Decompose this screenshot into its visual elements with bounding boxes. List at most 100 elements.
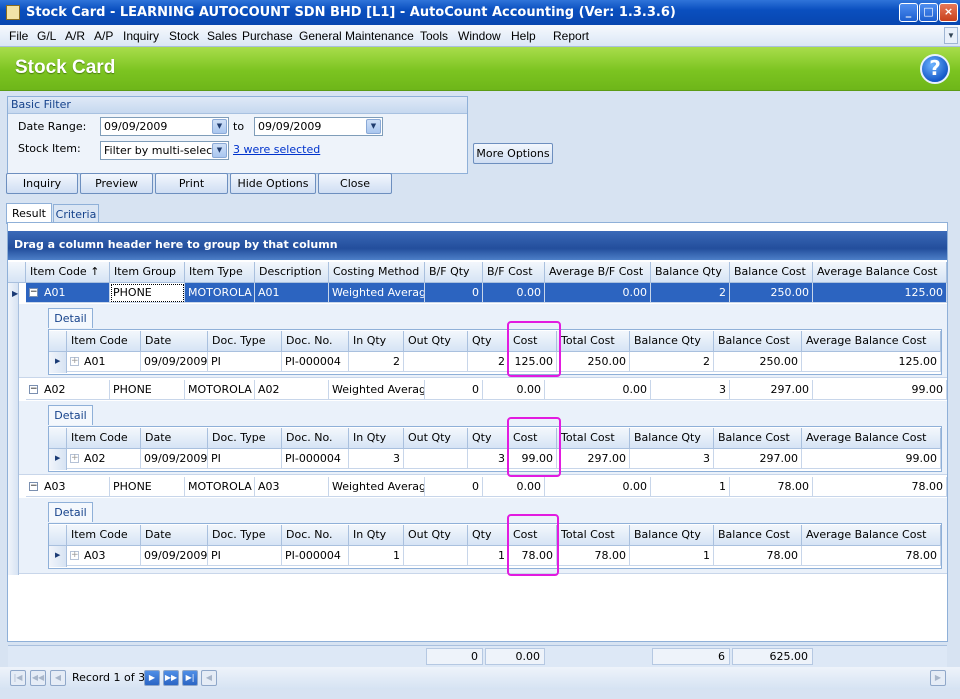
first-record-icon[interactable]: |◀: [10, 670, 26, 686]
table-row-item-code[interactable]: A01: [26, 283, 110, 303]
detail-cell-date[interactable]: 09/09/2009: [141, 352, 208, 372]
chevron-down-icon[interactable]: ▼: [366, 119, 381, 134]
detail-header-out-qty[interactable]: Out Qty: [404, 331, 468, 352]
collapse-icon[interactable]: −: [29, 288, 38, 297]
detail-cell-doc-no[interactable]: PI-000004: [282, 352, 349, 372]
detail-header-average-balance-cost[interactable]: Average Balance Cost: [802, 428, 941, 449]
detail-cell-qty[interactable]: 2: [468, 352, 509, 372]
detail-header-in-qty[interactable]: In Qty: [349, 331, 404, 352]
table-cell-balance-cost[interactable]: 297.00: [730, 380, 813, 400]
table-cell-balance-cost[interactable]: 250.00: [730, 283, 813, 303]
table-cell-bf-qty[interactable]: 0: [425, 380, 483, 400]
chevron-down-icon[interactable]: ▼: [212, 119, 227, 134]
menu-help[interactable]: Help: [511, 29, 536, 43]
table-cell-item-type[interactable]: MOTOROLA: [185, 380, 255, 400]
column-header-item-code[interactable]: Item Code ↑: [26, 262, 110, 283]
detail-header-out-qty[interactable]: Out Qty: [404, 428, 468, 449]
help-icon[interactable]: ?: [920, 54, 950, 84]
detail-cell-qty[interactable]: 1: [468, 546, 509, 566]
column-header-bf-cost[interactable]: B/F Cost: [483, 262, 545, 283]
detail-cell-balance-cost[interactable]: 250.00: [714, 352, 802, 372]
detail-tab[interactable]: Detail: [48, 502, 93, 522]
detail-header-total-cost[interactable]: Total Cost: [557, 331, 630, 352]
tab-criteria[interactable]: Criteria: [53, 204, 99, 224]
detail-header-qty[interactable]: Qty: [468, 331, 509, 352]
table-cell-balance-qty[interactable]: 2: [651, 283, 730, 303]
detail-cell-in-qty[interactable]: 3: [349, 449, 404, 469]
detail-header-balance-cost[interactable]: Balance Cost: [714, 331, 802, 352]
detail-tab[interactable]: Detail: [48, 308, 93, 328]
table-cell-description[interactable]: A01: [255, 283, 329, 303]
menu-general-maintenance[interactable]: General Maintenance: [299, 29, 414, 43]
previous-record-icon[interactable]: ◀: [50, 670, 66, 686]
detail-cell-date[interactable]: 09/09/2009: [141, 546, 208, 566]
table-cell-average-bf-cost[interactable]: 0.00: [545, 477, 651, 497]
detail-cell-average-balance-cost[interactable]: 125.00: [802, 352, 941, 372]
detail-header-item-code[interactable]: Item Code: [67, 428, 141, 449]
detail-header-item-code[interactable]: Item Code: [67, 331, 141, 352]
detail-header-balance-cost[interactable]: Balance Cost: [714, 428, 802, 449]
more-options-button[interactable]: More Options: [473, 143, 553, 164]
group-by-panel[interactable]: Drag a column header here to group by th…: [8, 231, 947, 260]
detail-cell-qty[interactable]: 3: [468, 449, 509, 469]
date-from-picker[interactable]: 09/09/2009 ▼: [100, 117, 229, 136]
detail-header-doc-type[interactable]: Doc. Type: [208, 428, 282, 449]
minimize-button[interactable]: _: [899, 3, 918, 22]
table-cell-item-type[interactable]: MOTOROLA: [185, 477, 255, 497]
detail-cell-average-balance-cost[interactable]: 99.00: [802, 449, 941, 469]
detail-tab[interactable]: Detail: [48, 405, 93, 425]
detail-header-average-balance-cost[interactable]: Average Balance Cost: [802, 525, 941, 546]
detail-header-doc-no[interactable]: Doc. No.: [282, 331, 349, 352]
table-cell-costing-method[interactable]: Weighted Average: [329, 477, 425, 497]
detail-cell-doc-no[interactable]: PI-000004: [282, 449, 349, 469]
detail-cell-balance-qty[interactable]: 1: [630, 546, 714, 566]
menu-report[interactable]: Report: [553, 29, 589, 43]
expand-icon[interactable]: +: [70, 454, 79, 463]
next-page-icon[interactable]: ▶▶: [163, 670, 179, 686]
detail-header-doc-type[interactable]: Doc. Type: [208, 331, 282, 352]
menu-overflow-button[interactable]: ▼: [944, 27, 958, 44]
last-record-icon[interactable]: ▶|: [182, 670, 198, 686]
detail-header-date[interactable]: Date: [141, 331, 208, 352]
detail-header-average-balance-cost[interactable]: Average Balance Cost: [802, 331, 941, 352]
menu-file[interactable]: File: [9, 29, 28, 43]
detail-header-doc-no[interactable]: Doc. No.: [282, 428, 349, 449]
detail-cell-out-qty[interactable]: [404, 449, 468, 469]
detail-cell-total-cost[interactable]: 297.00: [557, 449, 630, 469]
detail-cell-out-qty[interactable]: [404, 352, 468, 372]
expand-icon[interactable]: +: [70, 357, 79, 366]
table-cell-bf-qty[interactable]: 0: [425, 477, 483, 497]
column-header-balance-qty[interactable]: Balance Qty: [651, 262, 730, 283]
table-cell-bf-cost[interactable]: 0.00: [483, 380, 545, 400]
detail-cell-out-qty[interactable]: [404, 546, 468, 566]
detail-header-date[interactable]: Date: [141, 525, 208, 546]
inquiry-button[interactable]: Inquiry: [6, 173, 78, 194]
table-cell-costing-method[interactable]: Weighted Average: [329, 283, 425, 303]
table-cell-item-group[interactable]: PHONE: [110, 477, 185, 497]
preview-button[interactable]: Preview: [80, 173, 153, 194]
column-header-costing-method[interactable]: Costing Method: [329, 262, 425, 283]
detail-cell-total-cost[interactable]: 78.00: [557, 546, 630, 566]
detail-header-total-cost[interactable]: Total Cost: [557, 525, 630, 546]
detail-header-total-cost[interactable]: Total Cost: [557, 428, 630, 449]
detail-cell-balance-qty[interactable]: 3: [630, 449, 714, 469]
detail-cell-doc-no[interactable]: PI-000004: [282, 546, 349, 566]
table-cell-average-bf-cost[interactable]: 0.00: [545, 380, 651, 400]
collapse-icon[interactable]: −: [29, 385, 38, 394]
column-header-average-bf-cost[interactable]: Average B/F Cost: [545, 262, 651, 283]
column-header-balance-cost[interactable]: Balance Cost: [730, 262, 813, 283]
menu-ar[interactable]: A/R: [65, 29, 85, 43]
menu-sales[interactable]: Sales: [207, 29, 237, 43]
date-to-picker[interactable]: 09/09/2009 ▼: [254, 117, 383, 136]
detail-header-doc-type[interactable]: Doc. Type: [208, 525, 282, 546]
table-cell-balance-qty[interactable]: 1: [651, 477, 730, 497]
detail-cell-doc-type[interactable]: PI: [208, 546, 282, 566]
previous-page-icon[interactable]: ◀◀: [30, 670, 46, 686]
table-cell-average-balance-cost[interactable]: 125.00: [813, 283, 947, 303]
detail-header-date[interactable]: Date: [141, 428, 208, 449]
menu-ap[interactable]: A/P: [94, 29, 113, 43]
table-cell-bf-cost[interactable]: 0.00: [483, 283, 545, 303]
detail-cell-balance-qty[interactable]: 2: [630, 352, 714, 372]
maximize-button[interactable]: □: [919, 3, 938, 22]
table-cell-bf-qty[interactable]: 0: [425, 283, 483, 303]
